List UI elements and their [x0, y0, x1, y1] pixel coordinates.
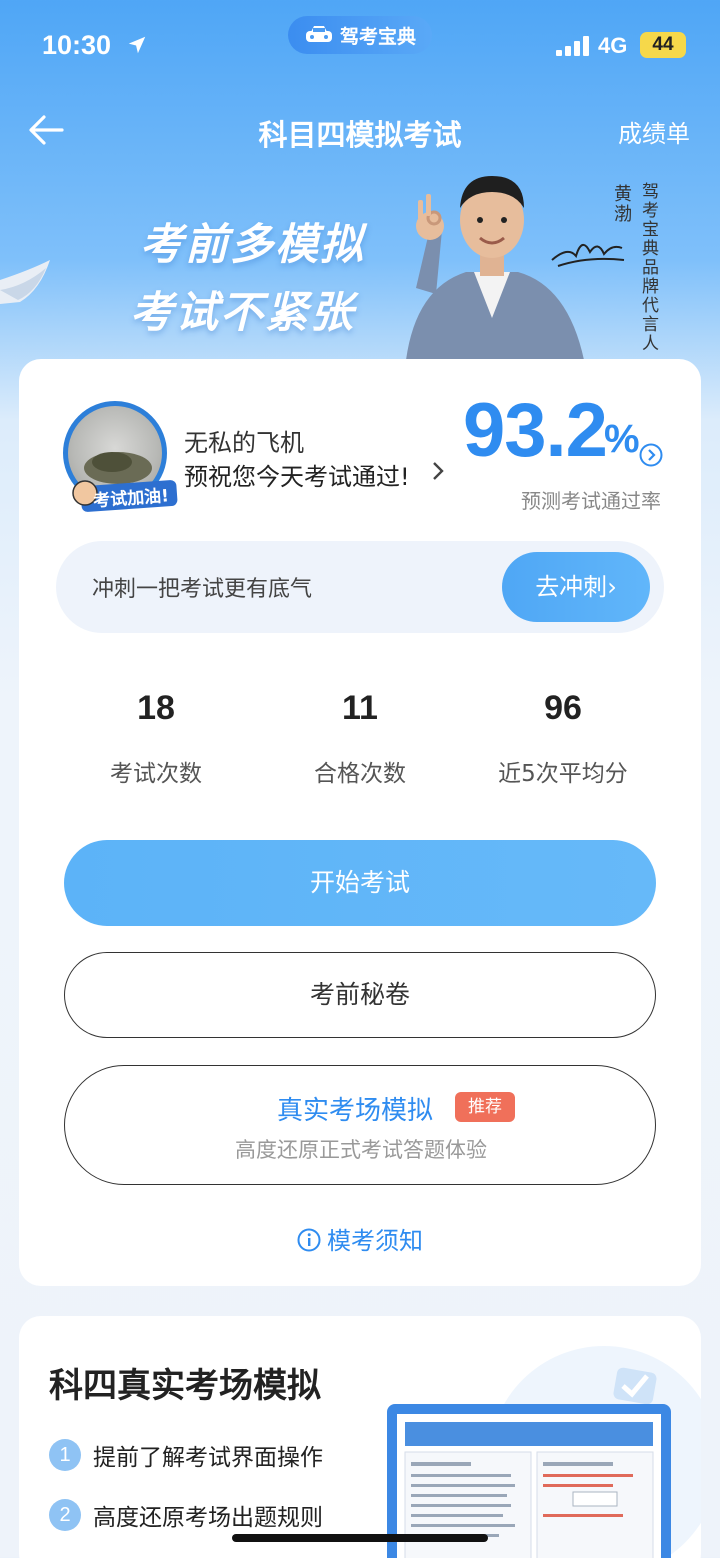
feature-number: 2 — [49, 1499, 81, 1531]
real-exam-section[interactable]: 科四真实考场模拟 1 提前了解考试界面操作 2 高度还原考场出题规则 — [19, 1316, 701, 1558]
real-exam-title: 真实考场模拟 — [277, 1096, 434, 1126]
feature-item: 2 高度还原考场出题规则 — [49, 1498, 323, 1532]
cellular-signal-icon — [556, 36, 589, 56]
cheer-badge: 考试加油! — [72, 480, 178, 512]
battery-indicator: 44 — [640, 32, 686, 58]
nav-bar: 科目四模拟考试 成绩单 — [0, 100, 720, 160]
status-bar: 10:30 驾考宝典 4G 44 — [0, 0, 720, 90]
feature-text: 高度还原考场出题规则 — [93, 1505, 323, 1531]
pass-rate-value: 93.2 — [463, 388, 608, 473]
start-exam-button[interactable]: 开始考试 — [64, 840, 656, 926]
paper-fold-decoration — [0, 260, 50, 304]
home-indicator[interactable] — [232, 1534, 488, 1542]
real-exam-subtitle: 高度还原正式考试答题体验 — [235, 1138, 487, 1162]
promo-banner[interactable]: 考前多模拟 考试不紧张 黄渤 驾考宝典品牌代言人 — [0, 160, 720, 360]
secret-paper-button[interactable]: 考前秘卷 — [64, 952, 656, 1038]
chevron-right-icon[interactable] — [429, 459, 447, 483]
stat-exam-count: 18 考试次数 — [56, 689, 256, 788]
spokesperson-name: 黄渤 — [611, 184, 632, 224]
feature-number: 1 — [49, 1439, 81, 1471]
sprint-chevron-icon: › — [607, 573, 617, 601]
spokesperson-title: 驾考宝典品牌代言人 — [638, 182, 658, 353]
circle-chevron-right-icon[interactable] — [639, 443, 663, 467]
pass-rate-caption: 预测考试通过率 — [521, 489, 661, 513]
app-pill-label: 驾考宝典 — [339, 25, 416, 48]
app-indicator-pill[interactable]: 驾考宝典 — [288, 16, 432, 54]
score-report-link[interactable]: 成绩单 — [618, 114, 690, 149]
exam-notice-link[interactable]: 模考须知 — [19, 1221, 701, 1256]
feature-text: 提前了解考试界面操作 — [93, 1445, 323, 1471]
slogan-line-1: 考前多模拟 — [140, 220, 365, 270]
status-time: 10:30 — [42, 30, 112, 60]
user-wish[interactable]: 预祝您今天考试通过! — [184, 457, 410, 492]
location-arrow-icon — [128, 36, 146, 54]
username: 无私的飞机 — [184, 429, 304, 457]
exam-notice-label: 模考须知 — [327, 1227, 423, 1255]
page-title: 科目四模拟考试 — [258, 118, 462, 152]
car-icon — [305, 26, 332, 42]
sprint-button[interactable]: 去冲刺› — [502, 552, 650, 622]
slogan-line-2: 考试不紧张 — [130, 288, 355, 338]
sprint-button-label: 去冲刺 — [535, 573, 608, 601]
stat-label: 考试次数 — [110, 761, 202, 787]
network-type: 4G — [598, 33, 628, 58]
stat-value: 11 — [342, 689, 378, 727]
section-title: 科四真实考场模拟 — [49, 1366, 321, 1406]
pass-rate-unit: % — [604, 417, 640, 461]
signature-icon — [551, 244, 625, 267]
stat-average-score: 96 近5次平均分 — [463, 689, 663, 788]
sprint-text: 冲刺一把考试更有底气 — [92, 577, 313, 602]
stat-label: 近5次平均分 — [498, 761, 628, 787]
stat-value: 96 — [544, 689, 582, 727]
feature-item: 1 提前了解考试界面操作 — [49, 1438, 323, 1472]
info-icon — [297, 1228, 321, 1252]
stat-pass-count: 11 合格次数 — [260, 689, 460, 788]
stat-value: 18 — [137, 689, 175, 727]
real-exam-simulation-button[interactable]: 真实考场模拟 推荐 高度还原正式考试答题体验 — [64, 1065, 656, 1185]
stat-label: 合格次数 — [314, 761, 406, 787]
recommend-badge: 推荐 — [455, 1092, 515, 1122]
exam-summary-card: 考试加油! 无私的飞机 预祝您今天考试通过! 93.2 % 预测考试通过率 冲刺… — [19, 359, 701, 1286]
sprint-banner: 冲刺一把考试更有底气 去冲刺› — [56, 541, 664, 633]
checkmark-icon — [613, 1367, 657, 1405]
